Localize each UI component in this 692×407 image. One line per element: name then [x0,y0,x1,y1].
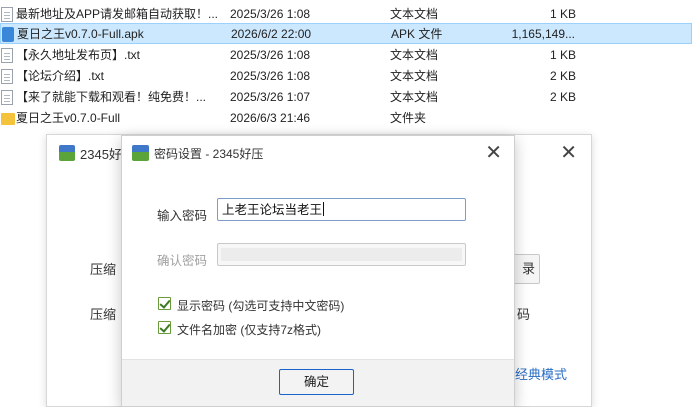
text-file-icon [1,7,13,22]
show-password-label: 显示密码 (勾选可支持中文密码) [177,299,345,313]
file-size: 1,165,149... [511,27,575,41]
file-type: 文本文档 [390,48,439,62]
file-name: 【论坛介绍】.txt [16,69,105,83]
disabled-input-fill [221,248,462,261]
file-date: 2026/6/2 22:00 [231,27,312,41]
file-date: 2025/3/26 1:08 [230,48,311,62]
text-file-icon [1,90,13,105]
password-dialog: 密码设置 - 2345好压 ✕ 输入密码 上老王论坛当老王 确认密码 显示密码 … [121,135,515,407]
file-name: 【来了就能下载和观看！纯免费！... [16,90,207,104]
file-size: 2 KB [549,90,576,104]
file-size: 1 KB [549,7,576,21]
encrypt-filenames-checkbox[interactable] [158,321,171,334]
password-input[interactable]: 上老王论坛当老王 [217,198,466,221]
compress-label: 压缩 [90,262,117,277]
file-type: 文本文档 [390,7,439,21]
file-date: 2025/3/26 1:08 [230,69,311,83]
file-row[interactable]: 【来了就能下载和观看！纯免费！... 2025/3/26 1:07 文本文档 2… [0,87,692,108]
dialog-title: 密码设置 - 2345好压 [154,147,264,161]
show-password-checkbox[interactable] [158,297,171,310]
file-type: 文件夹 [390,111,427,125]
folder-icon [1,113,15,125]
file-type: 文本文档 [390,90,439,104]
file-row-selected[interactable]: 夏日之王v0.7.0-Full.apk 2026/6/2 22:00 APK 文… [0,23,692,44]
close-icon[interactable]: ✕ [485,140,502,165]
file-row[interactable]: 【论坛介绍】.txt 2025/3/26 1:08 文本文档 2 KB [0,66,692,87]
file-date: 2025/3/26 1:07 [230,90,311,104]
text-file-icon [1,69,13,84]
confirm-password-label: 确认密码 [157,254,208,268]
password-label: 输入密码 [157,209,208,223]
app-logo-icon [59,145,75,161]
password-side-label: 码 [517,307,531,322]
file-date: 2026/6/3 21:46 [230,111,311,125]
file-name: 最新地址及APP请发邮箱自动获取！... [16,7,219,21]
confirm-password-input [217,243,466,266]
file-date: 2025/3/26 1:08 [230,7,311,21]
ok-button[interactable]: 确定 [279,369,354,395]
file-name: 夏日之王v0.7.0-Full [16,111,121,125]
classic-mode-link[interactable]: 经典模式 [515,364,567,383]
file-name: 夏日之王v0.7.0-Full.apk [17,27,144,41]
password-value: 上老王论坛当老王 [222,202,323,217]
file-name: 【永久地址发布页】.txt [16,48,141,62]
file-size: 1 KB [549,48,576,62]
dialog-footer: 确定 [122,359,514,406]
file-type: 文本文档 [390,69,439,83]
file-row[interactable]: 【永久地址发布页】.txt 2025/3/26 1:08 文本文档 1 KB [0,45,692,66]
window-title: 2345好 [80,147,122,162]
app-logo-icon [132,145,149,161]
text-caret [323,202,325,216]
compress-label: 压缩 [90,307,117,322]
encrypt-filenames-label: 文件名加密 (仅支持7z格式) [177,323,322,337]
file-type: APK 文件 [391,27,443,41]
file-row[interactable]: 夏日之王v0.7.0-Full 2026/6/3 21:46 文件夹 [0,108,692,129]
close-icon[interactable]: ✕ [560,140,577,165]
file-size: 2 KB [549,69,576,83]
file-list: 最新地址及APP请发邮箱自动获取！... 2025/3/26 1:08 文本文档… [0,0,692,130]
file-row[interactable]: 最新地址及APP请发邮箱自动获取！... 2025/3/26 1:08 文本文档… [0,4,692,25]
text-file-icon [1,48,13,63]
apk-file-icon [2,27,14,42]
